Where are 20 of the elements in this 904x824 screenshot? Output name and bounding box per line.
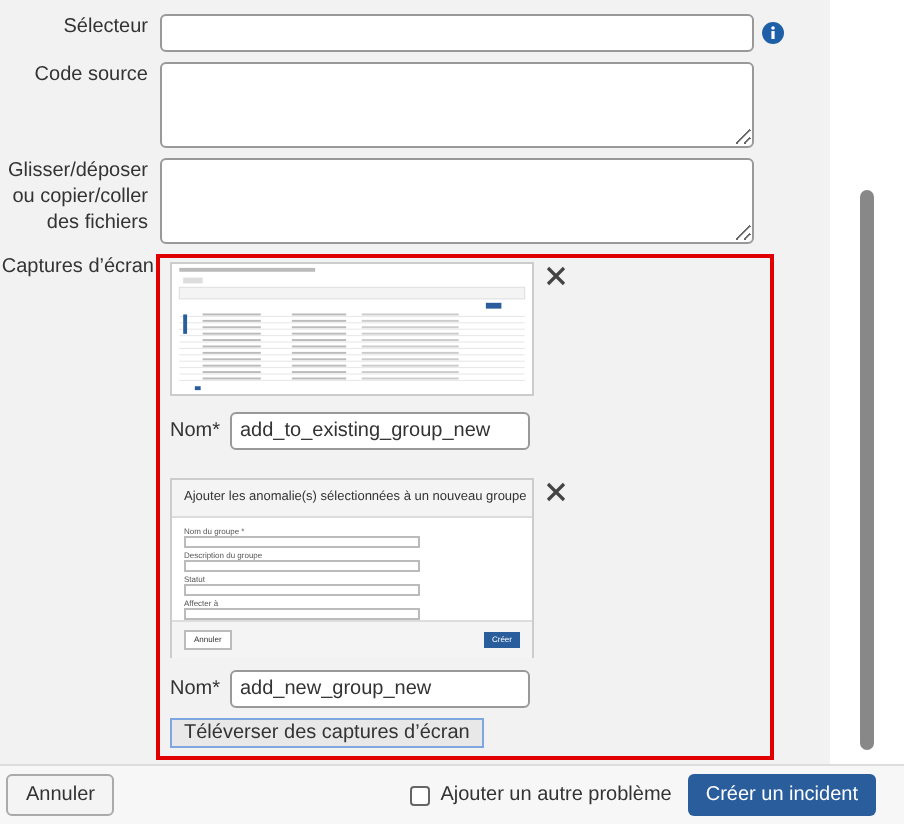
field-label: Glisser/déposer ou copier/coller des fichiers — [5, 158, 150, 236]
cancel-button[interactable]: Annuler — [6, 774, 115, 816]
checkbox[interactable] — [410, 785, 431, 805]
checkbox-label: Ajouter un autre problème — [440, 782, 672, 810]
field-label: Captures d’écran — [0, 254, 156, 280]
name-field[interactable]: add_new_group_new — [230, 670, 530, 708]
field-label: Nom* — [170, 418, 222, 446]
field-label: Code source — [32, 62, 150, 88]
text-area[interactable] — [160, 158, 754, 244]
name-field[interactable]: add_to_existing_group_new — [230, 412, 530, 450]
input-field[interactable] — [160, 14, 754, 52]
close-icon[interactable] — [546, 266, 566, 286]
close-icon[interactable] — [546, 482, 566, 502]
create-incident-button[interactable]: Créer un incident — [687, 774, 876, 816]
text-area[interactable] — [160, 62, 754, 148]
info-icon — [762, 22, 784, 44]
field-label: Nom* — [170, 676, 222, 704]
field-label: Sélecteur — [61, 14, 150, 40]
upload-button[interactable]: Téléverser des captures d’écran — [170, 718, 484, 748]
scrollbar-thumb[interactable] — [860, 190, 874, 750]
